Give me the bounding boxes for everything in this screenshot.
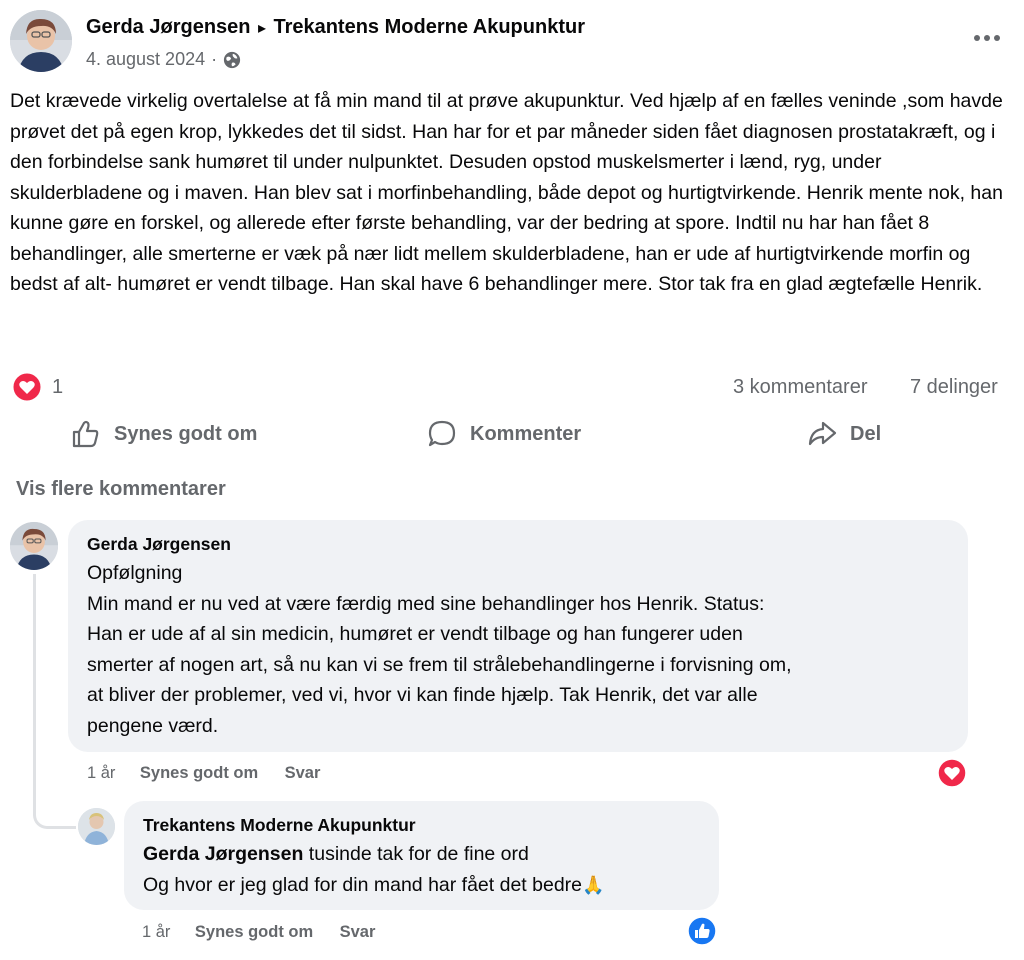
reaction-count: 1 — [52, 375, 64, 398]
comment-line: Han er ude af al sin medicin, humøret er… — [87, 623, 743, 645]
heart-reaction-icon — [12, 372, 42, 402]
comment-line: at bliver der problemer, ved vi, hvor vi… — [87, 684, 758, 706]
reply-line: Og hvor er jeg glad for din mand har fåe… — [143, 870, 604, 901]
comment-reply-button[interactable]: Svar — [285, 764, 321, 782]
comment-time[interactable]: 1 år — [87, 764, 115, 782]
reply-like-button[interactable]: Synes godt om — [195, 923, 313, 941]
thumbs-up-icon — [72, 420, 99, 448]
author-name[interactable]: Gerda Jørgensen — [86, 16, 251, 38]
more-icon — [974, 35, 1000, 41]
thumbs-up-icon — [687, 916, 717, 946]
reply-line: Gerda Jørgensen tusinde tak for de fine … — [143, 839, 604, 870]
reply-author[interactable]: Trekantens Moderne Akupunktur — [143, 815, 416, 836]
globe-icon — [224, 51, 241, 68]
post-header: Gerda Jørgensen ▸ Trekantens Moderne Aku… — [86, 16, 585, 39]
reply-text-part: Og hvor er jeg glad for din mand har fåe… — [143, 873, 583, 896]
commenter-avatar[interactable] — [10, 522, 58, 570]
share-button[interactable]: Del — [806, 418, 881, 450]
pray-emoji: 🙏 — [582, 874, 605, 895]
comment-reaction[interactable] — [937, 758, 967, 788]
heart-icon — [937, 758, 967, 788]
comment-like-button[interactable]: Synes godt om — [140, 764, 258, 782]
mention-link[interactable]: Gerda Jørgensen — [143, 843, 303, 865]
share-icon — [808, 421, 837, 446]
comments-count[interactable]: 3 kommentarer — [733, 376, 868, 399]
reply-meta: 1 år Synes godt om Svar — [142, 923, 375, 942]
reply-time[interactable]: 1 år — [142, 923, 170, 941]
page-avatar[interactable] — [78, 808, 115, 845]
reply-reply-button[interactable]: Svar — [340, 923, 376, 941]
author-avatar[interactable] — [10, 10, 72, 72]
post-meta: 4. august 2024 · — [86, 49, 241, 70]
meta-separator: · — [211, 49, 218, 69]
comment-line: Min mand er nu ved at være færdig med si… — [87, 592, 765, 615]
comment-line: pengene værd. — [87, 714, 219, 737]
shares-count[interactable]: 7 delinger — [910, 376, 998, 399]
reply-reaction[interactable] — [687, 916, 717, 946]
comment-label: Kommenter — [470, 422, 582, 445]
comment-button[interactable]: Kommenter — [426, 418, 581, 450]
reply-text: Gerda Jørgensen tusinde tak for de fine … — [143, 839, 604, 900]
comment-line: smerter af nogen art, så nu kan vi se fr… — [87, 653, 792, 676]
page-name[interactable]: Trekantens Moderne Akupunktur — [273, 16, 585, 38]
post-date[interactable]: 4. august 2024 — [86, 49, 205, 70]
comment-line: Opfølgning — [87, 562, 183, 584]
comment-text: Opfølgning Min mand er nu ved at være fæ… — [87, 558, 792, 741]
more-comments-link[interactable]: Vis flere kommentarer — [16, 478, 226, 501]
comment-author[interactable]: Gerda Jørgensen — [87, 534, 231, 555]
reaction-summary[interactable]: 1 — [12, 372, 63, 402]
arrow-right-icon: ▸ — [257, 20, 266, 37]
avatar-photo — [10, 10, 72, 72]
like-label: Synes godt om — [114, 422, 258, 445]
comment-meta: 1 år Synes godt om Svar — [87, 764, 320, 783]
more-options-button[interactable] — [970, 26, 1004, 50]
avatar-photo — [10, 522, 58, 570]
post-text: Det krævede virkelig overtalelse at få m… — [10, 90, 1003, 295]
avatar-photo — [78, 808, 115, 845]
share-label: Del — [850, 422, 882, 445]
comment-icon — [428, 420, 456, 447]
reply-bubble: Trekantens Moderne Akupunktur Gerda Jørg… — [124, 801, 719, 910]
reply-text-part: tusinde tak for de fine ord — [303, 843, 529, 865]
like-button[interactable]: Synes godt om — [70, 418, 257, 450]
comment-bubble: Gerda Jørgensen Opfølgning Min mand er n… — [68, 520, 968, 752]
